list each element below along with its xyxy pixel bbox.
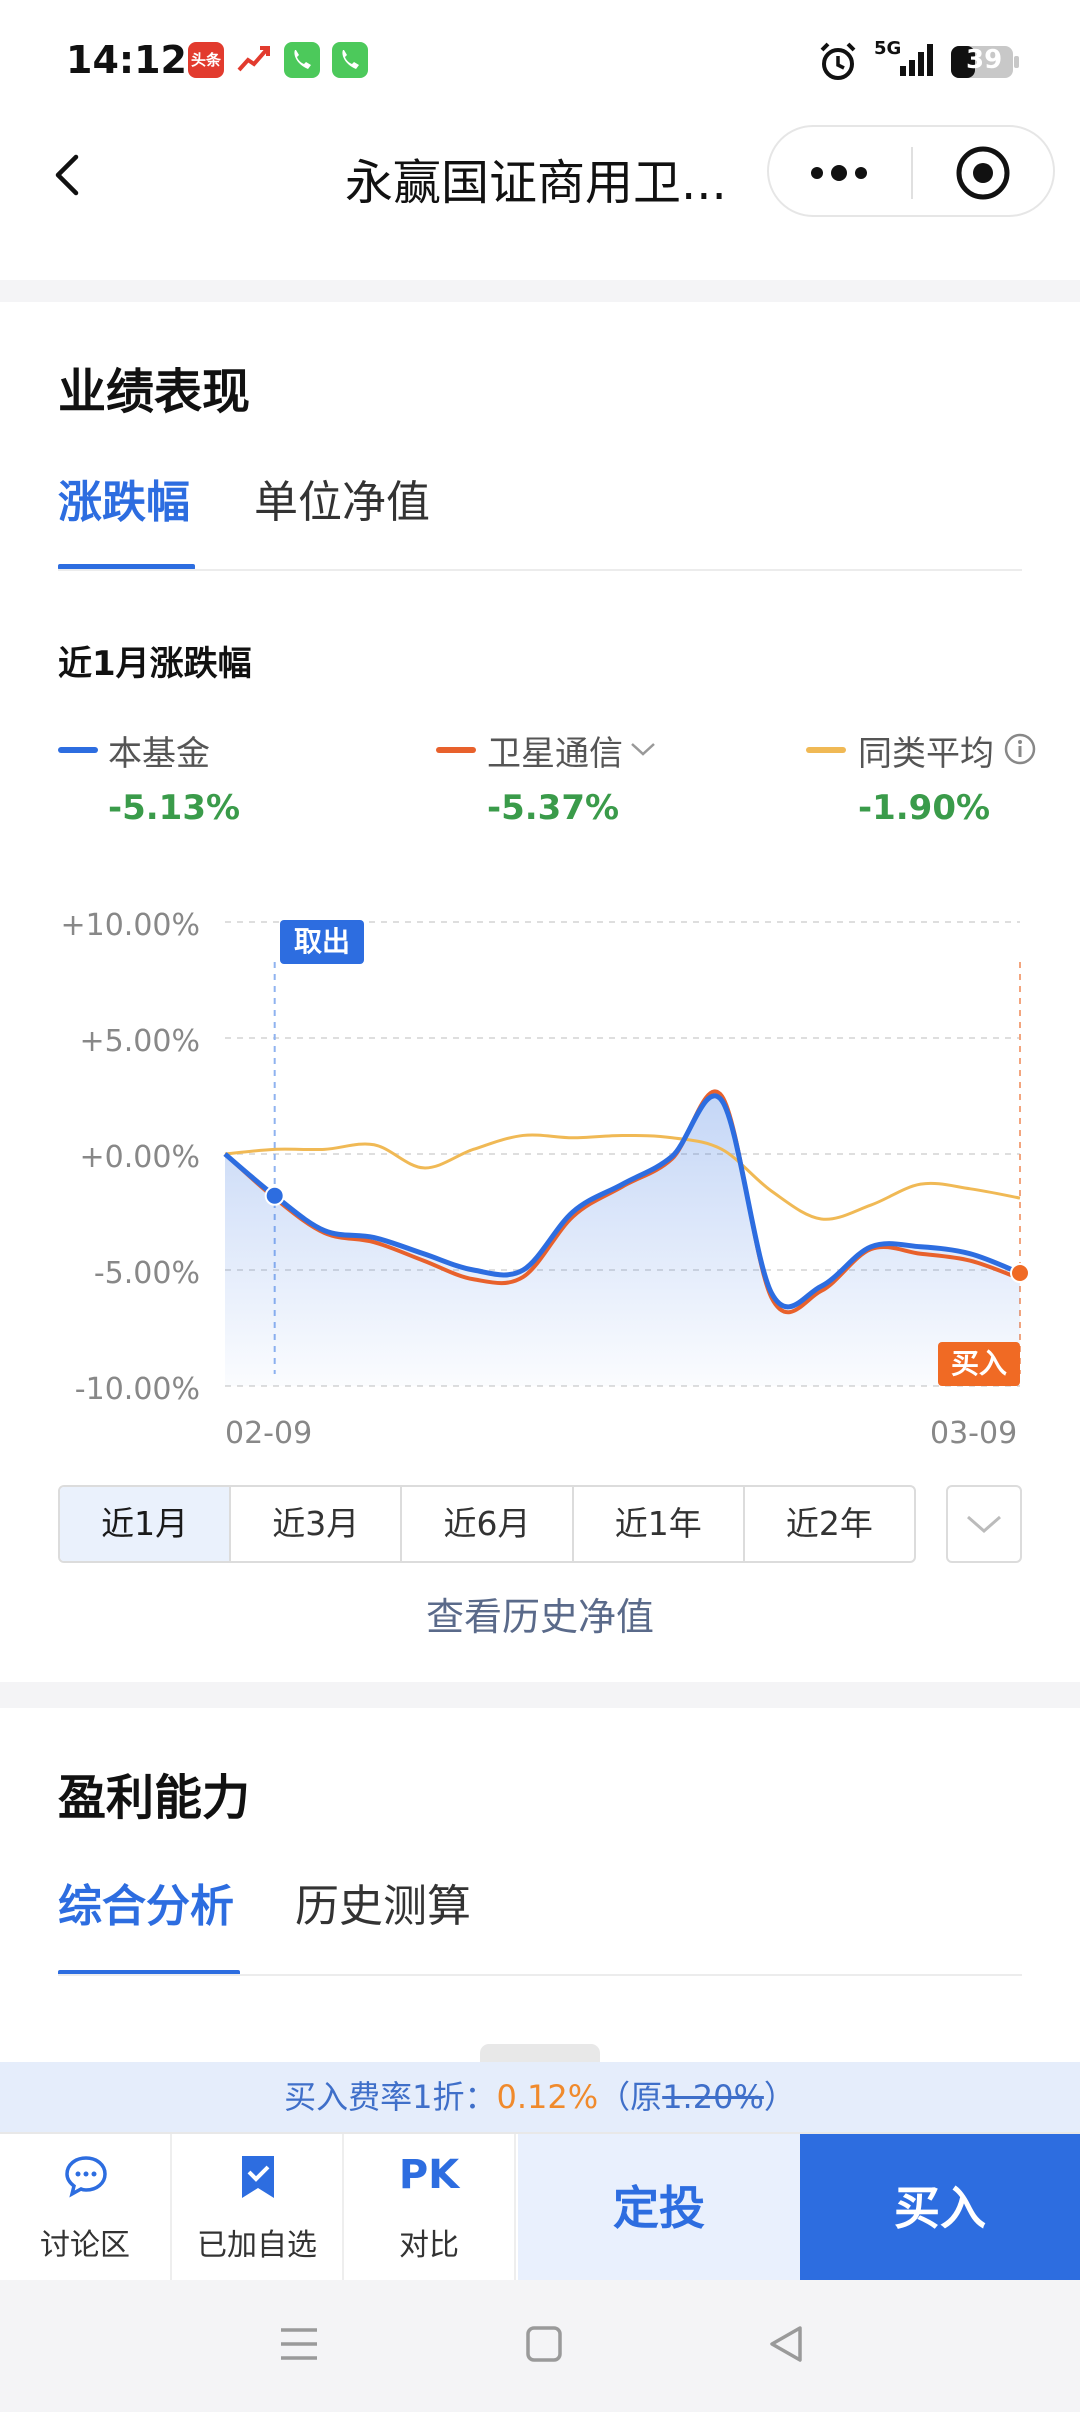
back-arrow-icon[interactable] [38, 145, 98, 205]
auto-invest-button[interactable]: 定投 [518, 2134, 800, 2282]
chat-bubble-icon [65, 2156, 107, 2198]
buy-point-dot [1010, 1263, 1030, 1284]
discuss-button[interactable]: 讨论区 [0, 2134, 172, 2282]
range-1y[interactable]: 近1年 [574, 1487, 745, 1561]
close-target-icon[interactable] [953, 143, 1013, 203]
profit-card: 盈利能力 综合分析 历史测算 [0, 1708, 1080, 2108]
phone-notification-icon-2 [332, 42, 368, 78]
status-time: 14:12 [66, 38, 187, 82]
nav-header: 永赢国证商用卫... [0, 125, 1080, 280]
home-square-icon[interactable] [524, 2324, 564, 2364]
menu-icon[interactable] [278, 2324, 320, 2364]
x-tick-end: 03-09 [930, 1416, 1018, 1451]
tab-overall-analysis[interactable]: 综合分析 [58, 1870, 234, 1934]
range-6m[interactable]: 近6月 [402, 1487, 574, 1561]
compare-label: 对比 [399, 2228, 459, 2263]
fee-banner: 买入费率1折：0.12%（原1.20%） [0, 2062, 1080, 2132]
mini-program-capsule [767, 125, 1055, 217]
watchlist-label: 已加自选 [197, 2228, 317, 2263]
bookmark-check-icon [242, 2156, 274, 2198]
fee-orig-close: ） [763, 2078, 796, 2116]
discuss-label: 讨论区 [40, 2228, 130, 2263]
toutiao-notification-icon: 头条 [188, 42, 224, 78]
phone-notification-icon [284, 42, 320, 78]
fee-orig-rate: 1.20% [662, 2078, 764, 2116]
chevron-down-icon [967, 1515, 1001, 1533]
drag-handle[interactable] [480, 2044, 600, 2062]
battery-level: 39 [966, 45, 1003, 75]
buy-button[interactable]: 买入 [800, 2134, 1080, 2282]
more-dots-icon[interactable] [807, 155, 871, 191]
bottom-action-bar: 讨论区 已加自选 PK 对比 定投 买入 [0, 2132, 1080, 2282]
profit-title: 盈利能力 [58, 1770, 251, 1826]
range-2y[interactable]: 近2年 [745, 1487, 914, 1561]
fund-area-fill [225, 1095, 1020, 1386]
fee-prefix: 买入费率1折： [284, 2078, 497, 2116]
page-title: 永赢国证商用卫... [345, 155, 727, 211]
system-nav-bar [0, 2280, 1080, 2412]
history-nav-link[interactable]: 查看历史净值 [0, 1586, 1080, 1641]
range-more-button[interactable] [946, 1485, 1022, 1563]
pk-icon: PK [398, 2152, 460, 2198]
status-bar: 14:12 头条 5G 39 [0, 0, 1080, 125]
fee-price: 0.12% [496, 2078, 599, 2116]
buy-marker: 买入 [938, 1342, 1020, 1386]
tab-divider [58, 1974, 1022, 1976]
range-selector: 近1月 近3月 近6月 近1年 近2年 [58, 1485, 916, 1563]
performance-card: 业绩表现 涨跌幅 单位净值 近1月涨跌幅 本基金 -5.13% 卫星通信 -5.… [0, 302, 1080, 1682]
performance-line-chart[interactable] [0, 302, 1080, 1682]
tab-history-calc[interactable]: 历史测算 [295, 1870, 471, 1934]
range-1m[interactable]: 近1月 [60, 1487, 232, 1561]
watchlist-button[interactable]: 已加自选 [172, 2134, 344, 2282]
sell-point-dot [264, 1185, 285, 1206]
x-tick-start: 02-09 [225, 1416, 313, 1451]
fee-orig-open: （原 [598, 2078, 663, 2116]
sell-marker: 取出 [280, 920, 364, 964]
back-triangle-icon[interactable] [766, 2324, 806, 2364]
compare-button[interactable]: PK 对比 [344, 2134, 516, 2282]
stock-notification-icon [236, 42, 272, 78]
range-3m[interactable]: 近3月 [231, 1487, 403, 1561]
signal-icon [900, 44, 933, 76]
alarm-icon [820, 42, 856, 80]
